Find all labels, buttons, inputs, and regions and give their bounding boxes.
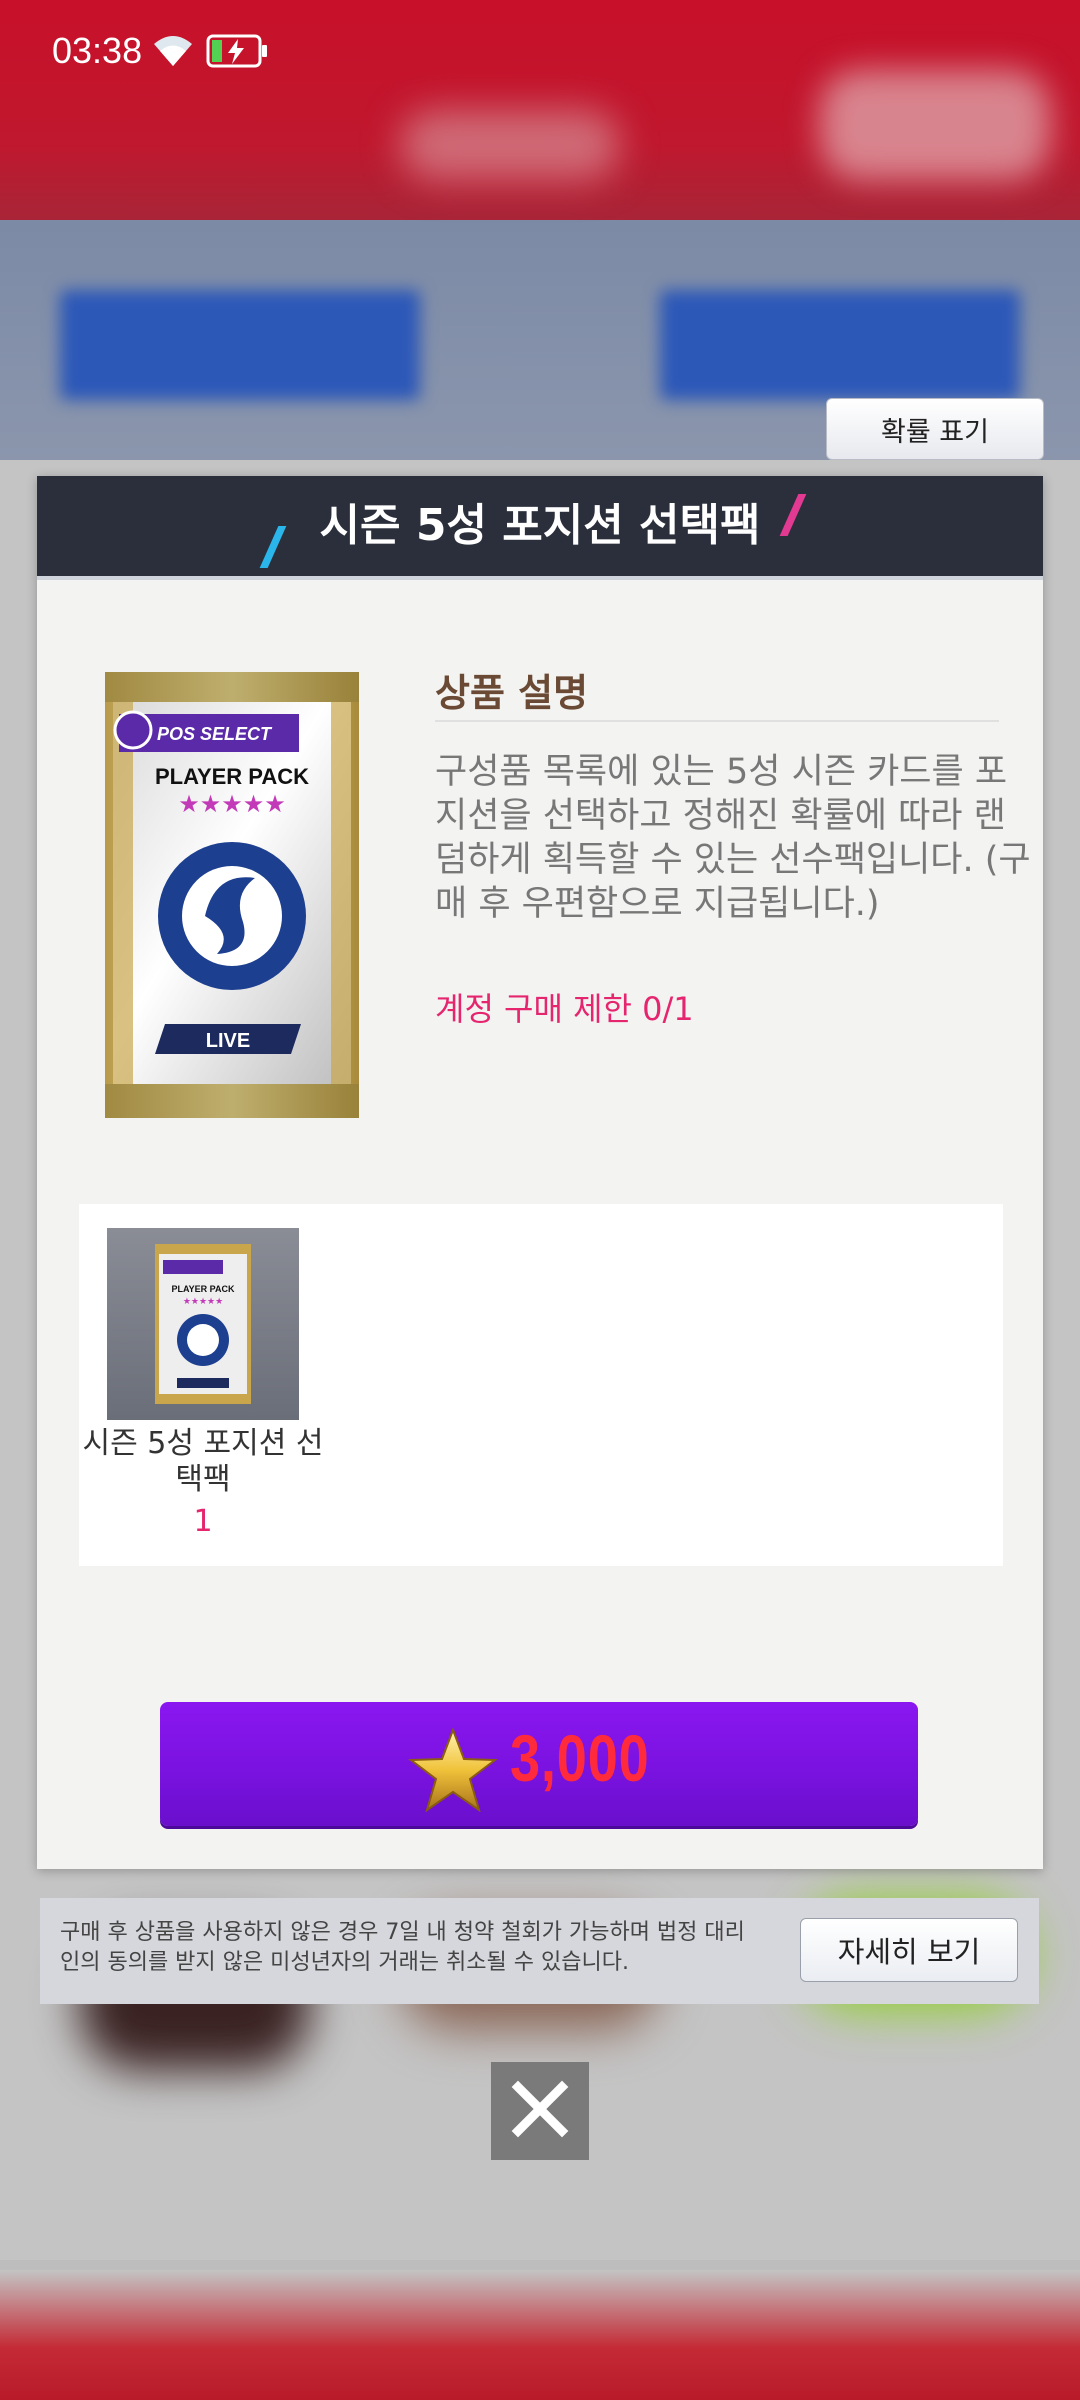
status-bar: 03:38: [0, 0, 1080, 100]
description-heading: 상품 설명: [435, 671, 589, 715]
item-name: 시즌 5성 포지션 선택팩: [82, 1426, 324, 1497]
details-button[interactable]: 자세히 보기: [800, 1918, 1018, 1982]
divider: [435, 720, 999, 722]
notice-text: 구매 후 상품을 사용하지 않은 경우 7일 내 청약 철회가 가능하며 법정 …: [60, 1920, 745, 1975]
gold-star-icon: [408, 1727, 498, 1816]
description-body: 구성품 목록에 있는 5성 시즌 카드를 포지션을 선택하고 정해진 확률에 따…: [435, 752, 1031, 924]
buy-button[interactable]: 3,000: [160, 1702, 918, 1826]
probability-button[interactable]: 확률 표기: [826, 398, 1044, 460]
svg-text:★★★★★: ★★★★★: [183, 1297, 223, 1307]
modal-title: 시즌 5성 포지션 선택팩: [319, 500, 761, 551]
pack-detail-modal: 시즌 5성 포지션 선택팩 POS SELECT PLAYER PACK ★★★…: [37, 476, 1043, 1869]
pack-contents-list: PLAYER PACK ★★★★★ 시즌 5성 포지션 선택팩 1: [79, 1204, 1003, 1566]
svg-text:LIVE: LIVE: [206, 1030, 250, 1052]
svg-text:PLAYER PACK: PLAYER PACK: [155, 764, 309, 789]
price-label: 3,000: [510, 1721, 650, 1795]
item-thumbnail: PLAYER PACK ★★★★★: [107, 1228, 299, 1420]
purchase-limit: 계정 구매 제한 0/1: [435, 990, 694, 1028]
item-quantity: 1: [193, 1504, 213, 1539]
svg-text:★★★★★: ★★★★★: [178, 790, 286, 818]
modal-header: 시즌 5성 포지션 선택팩: [37, 476, 1043, 580]
svg-text:POS SELECT: POS SELECT: [157, 724, 273, 744]
refund-notice: 구매 후 상품을 사용하지 않은 경우 7일 내 청약 철회가 가능하며 법정 …: [40, 1898, 1039, 2004]
svg-text:PLAYER PACK: PLAYER PACK: [171, 1284, 235, 1294]
wifi-icon: [150, 32, 196, 72]
player-pack-image: POS SELECT PLAYER PACK ★★★★★ LIVE: [105, 672, 359, 1118]
battery-charging-icon: [206, 34, 270, 72]
status-time: 03:38: [52, 30, 143, 71]
close-icon: [510, 2079, 570, 2143]
close-button[interactable]: [491, 2062, 589, 2160]
